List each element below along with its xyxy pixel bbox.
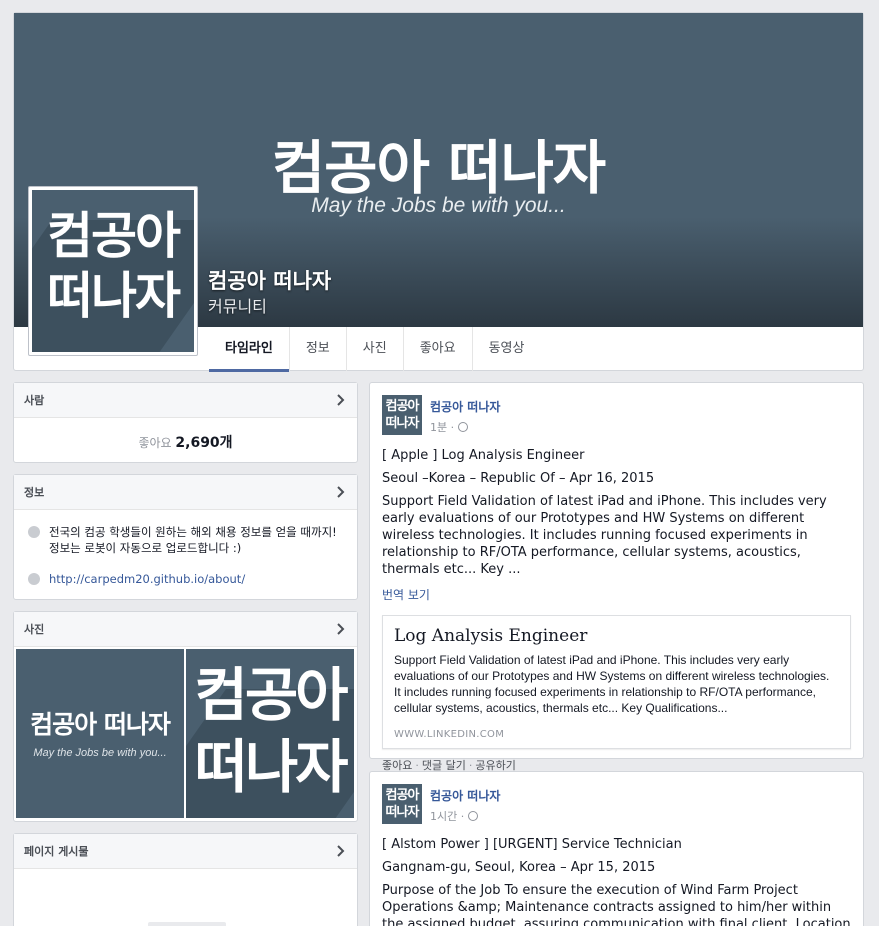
post-author[interactable]: 컴공아 떠나자 — [430, 787, 500, 804]
link-preview[interactable]: Log Analysis Engineer Support Field Vali… — [382, 615, 851, 749]
post-body: Support Field Validation of latest iPad … — [382, 494, 827, 577]
post-meta: 컴공아 떠나자 1시간 · — [430, 784, 500, 824]
link-domain: WWW.LINKEDIN.COM — [394, 729, 505, 740]
about-description: 전국의 컴공 학생들이 원하는 해외 채용 정보를 얻을 때까지! 정보는 로봇… — [49, 525, 337, 555]
likes-summary[interactable]: 좋아요 2,690개 — [14, 418, 357, 452]
page-header: 컴공아 떠나자 May the Jobs be with you... 컴공아 … — [13, 12, 864, 372]
avatar-line2: 떠나자 — [385, 416, 420, 431]
likes-label: 좋아요 — [138, 436, 172, 450]
people-card-title: 사람 — [24, 394, 45, 407]
post-time[interactable]: 1분 · — [430, 419, 454, 435]
page-name[interactable]: 컴공아 떠나자 — [208, 265, 331, 295]
profile-picture[interactable]: 컴공아 떠나자 — [28, 186, 198, 356]
globe-icon — [28, 573, 40, 585]
tab-videos[interactable]: 동영상 — [473, 327, 541, 371]
photos-card-title: 사진 — [24, 623, 45, 636]
post-meta: 컴공아 떠나자 1분 · — [430, 395, 500, 435]
page-posts-card: 페이지 게시물 — [13, 833, 358, 926]
photo-profile-line1: 컴공아 — [194, 661, 348, 729]
chevron-right-icon — [337, 486, 345, 498]
photos-card: 사진 컴공아 떠나자 May the Jobs be with you... 컴… — [13, 611, 358, 822]
tab-likes[interactable]: 좋아요 — [404, 327, 473, 371]
page-category[interactable]: 커뮤니티 — [208, 293, 267, 317]
profile-logo-line2: 떠나자 — [47, 267, 181, 325]
photo-thumbnail-cover[interactable]: 컴공아 떠나자 May the Jobs be with you... — [16, 649, 184, 818]
about-card-header[interactable]: 정보 — [14, 475, 357, 510]
avatar-line2: 떠나자 — [385, 805, 420, 820]
photo-cover-title: 컴공아 떠나자 — [30, 710, 171, 739]
tab-about[interactable]: 정보 — [290, 327, 347, 371]
post-timestamp: 1분 · — [430, 419, 500, 435]
about-url-row: http://carpedm20.github.io/about/ — [14, 571, 357, 587]
post-author[interactable]: 컴공아 떠나자 — [430, 398, 500, 415]
likes-count: 2,690개 — [175, 435, 233, 451]
globe-icon — [458, 422, 469, 432]
globe-icon — [468, 811, 479, 821]
photo-profile-text: 컴공아 떠나자 — [186, 659, 354, 803]
avatar[interactable]: 컴공아 떠나자 — [382, 395, 422, 435]
about-card: 정보 전국의 컴공 학생들이 원하는 해외 채용 정보를 얻을 때까지! 정보는… — [13, 474, 358, 600]
photos-card-header[interactable]: 사진 — [14, 612, 357, 647]
link-description: Support Field Validation of latest iPad … — [394, 653, 830, 715]
people-card: 사람 좋아요 2,690개 — [13, 382, 358, 463]
chevron-right-icon — [337, 623, 345, 635]
photo-thumbnail-profile[interactable]: 컴공아 떠나자 — [186, 649, 354, 818]
page-tabs: 타임라인 정보 사진 좋아요 동영상 — [209, 327, 541, 372]
post-header: 컴공아 떠나자 컴공아 떠나자 1분 · — [382, 395, 851, 435]
profile-logo-text: 컴공아 떠나자 — [32, 206, 194, 326]
chevron-right-icon — [337, 845, 345, 857]
avatar[interactable]: 컴공아 떠나자 — [382, 784, 422, 824]
about-card-title: 정보 — [24, 486, 45, 499]
profile-image: 컴공아 떠나자 — [32, 190, 194, 352]
chevron-right-icon — [337, 394, 345, 406]
photo-cover-subtitle: May the Jobs be with you... — [33, 747, 167, 759]
page-posts-card-header[interactable]: 페이지 게시물 — [14, 834, 357, 869]
page-posts-card-title: 페이지 게시물 — [24, 845, 89, 858]
link-title: Log Analysis Engineer — [394, 626, 588, 646]
post-time[interactable]: 1시간 · — [430, 808, 464, 824]
post-text: [ Alstom Power ] [URGENT] Service Techni… — [382, 836, 851, 926]
page-posts-placeholder — [148, 922, 226, 926]
photo-profile-line2: 떠나자 — [194, 733, 348, 801]
avatar-line1: 컴공아 — [385, 399, 420, 414]
post-header: 컴공아 떠나자 컴공아 떠나자 1시간 · — [382, 784, 851, 824]
people-card-header[interactable]: 사람 — [14, 383, 357, 418]
info-icon — [28, 526, 40, 538]
post: 컴공아 떠나자 컴공아 떠나자 1시간 · [ Alstom Power ] [… — [369, 771, 864, 926]
profile-logo-line1: 컴공아 — [47, 207, 181, 265]
translate-link[interactable]: 번역 보기 — [382, 586, 851, 603]
post-title: [ Alstom Power ] [URGENT] Service Techni… — [382, 837, 682, 852]
post-location: Seoul –Korea – Republic Of – Apr 16, 201… — [382, 471, 655, 486]
tab-timeline[interactable]: 타임라인 — [209, 327, 290, 372]
post-timestamp: 1시간 · — [430, 808, 500, 824]
post-location: Gangnam-gu, Seoul, Korea – Apr 15, 2015 — [382, 860, 656, 875]
post: 컴공아 떠나자 컴공아 떠나자 1분 · [ Apple ] Log Analy… — [369, 382, 864, 772]
post-title: [ Apple ] Log Analysis Engineer — [382, 448, 585, 463]
tab-photos[interactable]: 사진 — [347, 327, 404, 371]
about-description-row: 전국의 컴공 학생들이 원하는 해외 채용 정보를 얻을 때까지! 정보는 로봇… — [14, 524, 357, 556]
avatar-line1: 컴공아 — [385, 788, 420, 803]
post-body: Purpose of the Job To ensure the executi… — [382, 883, 851, 926]
about-url-link[interactable]: http://carpedm20.github.io/about/ — [49, 571, 245, 587]
photo-grid: 컴공아 떠나자 May the Jobs be with you... 컴공아 … — [14, 647, 357, 820]
post-text: [ Apple ] Log Analysis Engineer Seoul –K… — [382, 447, 851, 578]
